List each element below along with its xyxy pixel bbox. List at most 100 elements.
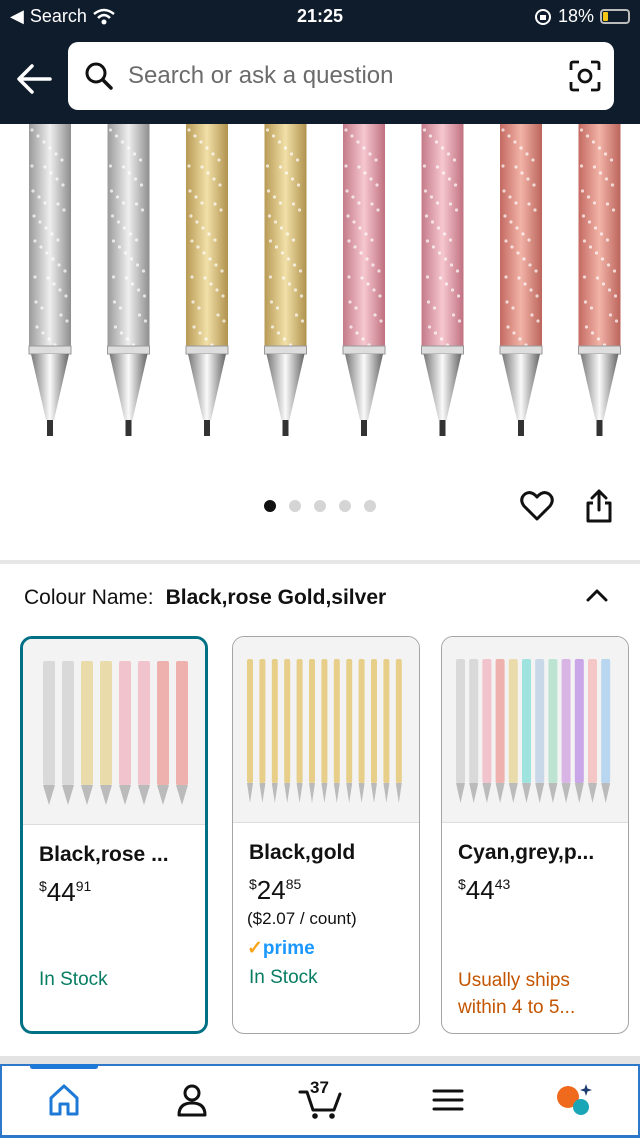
thumb-pen-tip [296,783,303,803]
home-icon[interactable] [44,1080,84,1120]
thumb-pen-tip [321,783,328,803]
thumb-pen-tip [100,785,112,805]
variation-value: Black,rose Gold,silver [165,586,387,609]
gallery-pagination [264,500,376,512]
account-icon[interactable] [172,1080,212,1120]
thumb-pen [561,659,571,783]
thumb-pen-tip [333,783,340,803]
unit-price: ($2.07 / count) [247,909,357,928]
thumb-pen-tip [346,783,353,803]
heart-icon[interactable] [520,490,554,522]
thumb-pen-tip [43,785,55,805]
availability-status: Usually ships within 4 to 5... [458,970,576,1018]
thumb-pen [395,659,402,783]
gallery-dot [264,500,276,512]
thumb-pen [138,661,150,785]
pen-pink [421,124,464,436]
thumb-pen-tip [561,783,571,803]
variant-card-2[interactable]: Black,gold $2485 ($2.07 / count) ✓prime … [232,636,420,1034]
pens-image [28,124,621,436]
variant-card-3[interactable]: Cyan,grey,p... $4443 Usually ships withi… [441,636,629,1034]
search-icon [85,62,113,90]
top-bar [0,34,640,124]
pen-gold [185,124,229,436]
gallery-dot [364,500,376,512]
thumb-pen [588,659,597,783]
thumb-pen-tip [271,783,278,803]
thumb-pen-tip [81,785,93,805]
thumb-pen [371,659,377,783]
thumb-pen [508,659,518,783]
thumb-pen [62,661,74,785]
cart-icon[interactable] [298,1080,344,1120]
thumb-pen [157,661,169,785]
thumb-pen-tip [259,783,266,803]
thumb-pen [358,659,365,783]
thumb-pen [333,659,340,783]
variant-price: $2485 [249,875,302,905]
active-tab-indicator [30,1064,98,1069]
thumb-pen [309,659,315,783]
rufus-assistant-icon[interactable] [554,1080,594,1120]
search-bar[interactable] [68,42,614,110]
thumb-pen-tip [119,785,131,805]
thumb-pen-tip [482,783,492,803]
thumb-pen [548,659,558,783]
thumb-pen [100,661,112,785]
variant-name: Black,gold [249,841,356,864]
availability-status: In Stock [249,967,318,988]
thumb-pen-tip [176,785,188,805]
variant-name: Black,rose ... [39,843,169,866]
thumb-pen-tip [284,783,291,803]
thumb-pen [346,659,353,783]
thumb-pen-tip [588,783,597,803]
chevron-up-icon[interactable] [584,582,610,608]
pen-silver [107,124,150,436]
variant-name: Cyan,grey,p... [458,841,595,864]
prime-check-icon: ✓ [247,938,263,959]
pen-pink [342,124,386,436]
thumb-pen-tip [371,783,377,803]
thumb-pen [456,659,465,783]
back-arrow-icon[interactable] [14,58,56,100]
thumb-pen [321,659,328,783]
product-image-gallery[interactable] [0,124,640,454]
thumb-pen [535,659,545,783]
thumb-pen-tip [535,783,545,803]
battery-percent: 18% [557,6,594,26]
availability-status: In Stock [39,969,108,990]
thumb-pen-tip [157,785,169,805]
prime-badge: ✓prime [247,938,315,959]
thumb-pen-tip [574,783,584,803]
variation-selector: Colour Name: Black,rose Gold,silver [24,586,386,610]
pen-rose [578,124,621,436]
variant-price: $4443 [458,875,511,905]
orientation-lock-icon [534,8,551,25]
camera-lens-icon[interactable] [568,59,602,93]
variant-image [442,637,628,823]
menu-icon[interactable] [428,1080,468,1120]
thumb-pen [296,659,303,783]
thumb-pen-tip [62,785,74,805]
thumb-pen [284,659,291,783]
thumb-pen [119,661,131,785]
thumb-pen [469,659,479,783]
thumb-pen-tip [395,783,402,803]
thumb-pen-tip [601,783,611,803]
thumb-pen-tip [358,783,365,803]
gallery-dot [289,500,301,512]
variant-image [23,639,205,825]
thumb-pen [574,659,584,783]
thumb-pen-tip [456,783,465,803]
variant-image [233,637,419,823]
variation-label: Colour Name: [24,586,154,609]
share-icon[interactable] [582,488,616,524]
search-input[interactable] [128,62,548,90]
thumb-pen [482,659,492,783]
status-bar: ◀ Search 21:25 18% [0,0,640,34]
thumb-pen [601,659,611,783]
thumb-pen [271,659,278,783]
thumb-pen-tip [247,783,253,803]
variant-card-1[interactable]: Black,rose ... $4491 In Stock [20,636,208,1034]
thumb-pen-tip [508,783,518,803]
